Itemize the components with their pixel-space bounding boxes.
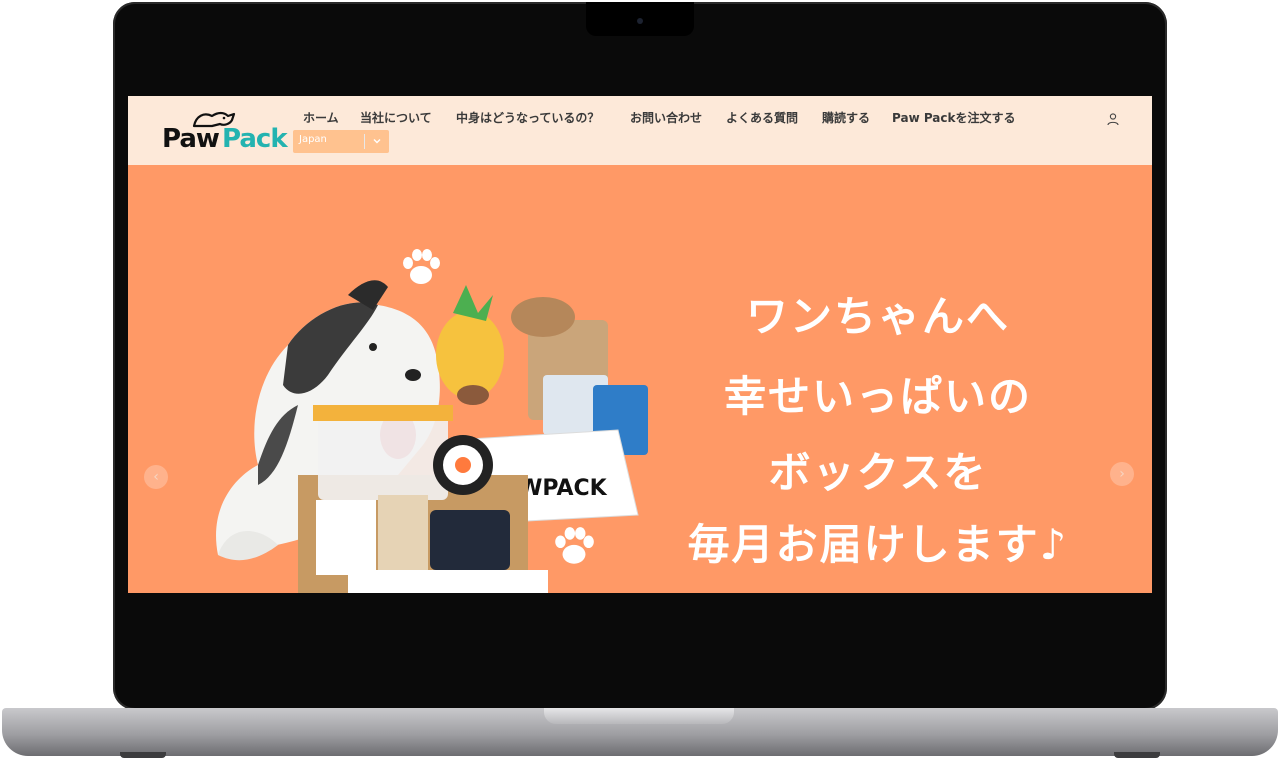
nav-order[interactable]: Paw Packを注文する xyxy=(892,109,1016,126)
paw-icon xyxy=(403,249,440,284)
nav-contents[interactable]: 中身はどうなっているの？ xyxy=(456,109,599,126)
website-screen: Paw Pack ホーム 当社について 中身はどうなっているの？ お問い合わせ … xyxy=(128,96,1152,593)
laptop-base-notch xyxy=(544,708,734,724)
carousel-prev-button[interactable]: ‹ xyxy=(144,465,168,489)
country-select[interactable]: Japan xyxy=(293,130,389,153)
hero-headline-line-2: 幸せいっぱいの xyxy=(723,372,1032,421)
site-header: Paw Pack ホーム 当社について 中身はどうなっているの？ お問い合わせ … xyxy=(128,96,1152,165)
nav-about[interactable]: 当社について xyxy=(360,109,432,126)
hero-headline-line-3: ボックスを xyxy=(768,448,988,497)
paw-icon xyxy=(555,527,594,564)
laptop-frame: Paw Pack ホーム 当社について 中身はどうなっているの？ お問い合わせ … xyxy=(0,0,1280,761)
chevron-left-icon: ‹ xyxy=(153,469,159,485)
camera-icon xyxy=(637,18,643,24)
nav-subscribe[interactable]: 購読する xyxy=(822,109,870,126)
carousel-next-button[interactable]: › xyxy=(1110,462,1134,486)
select-separator xyxy=(364,134,365,149)
chevron-down-icon xyxy=(373,139,381,144)
chevron-right-icon: › xyxy=(1119,466,1125,482)
logo-text-paw: Paw xyxy=(162,124,220,154)
nav-home[interactable]: ホーム xyxy=(303,109,339,126)
hero-headline-line-1: ワンちゃんへ xyxy=(745,292,1010,341)
hero-headline-line-4: 毎月お届けします♪ xyxy=(687,520,1069,569)
hero-banner: PAWPACK ワンちゃんへ 幸せいっぱいの ボックスを 毎月お届けします♪ ‹… xyxy=(128,165,1152,593)
site-logo[interactable]: Paw Pack xyxy=(162,111,288,156)
nav-contact[interactable]: お問い合わせ xyxy=(630,109,702,126)
logo-text-pack: Pack xyxy=(222,124,288,154)
laptop-foot-left xyxy=(120,752,166,758)
laptop-foot-right xyxy=(1114,752,1160,758)
country-select-value: Japan xyxy=(299,134,327,145)
nav-faq[interactable]: よくある質問 xyxy=(726,109,798,126)
user-icon[interactable] xyxy=(1106,112,1120,126)
